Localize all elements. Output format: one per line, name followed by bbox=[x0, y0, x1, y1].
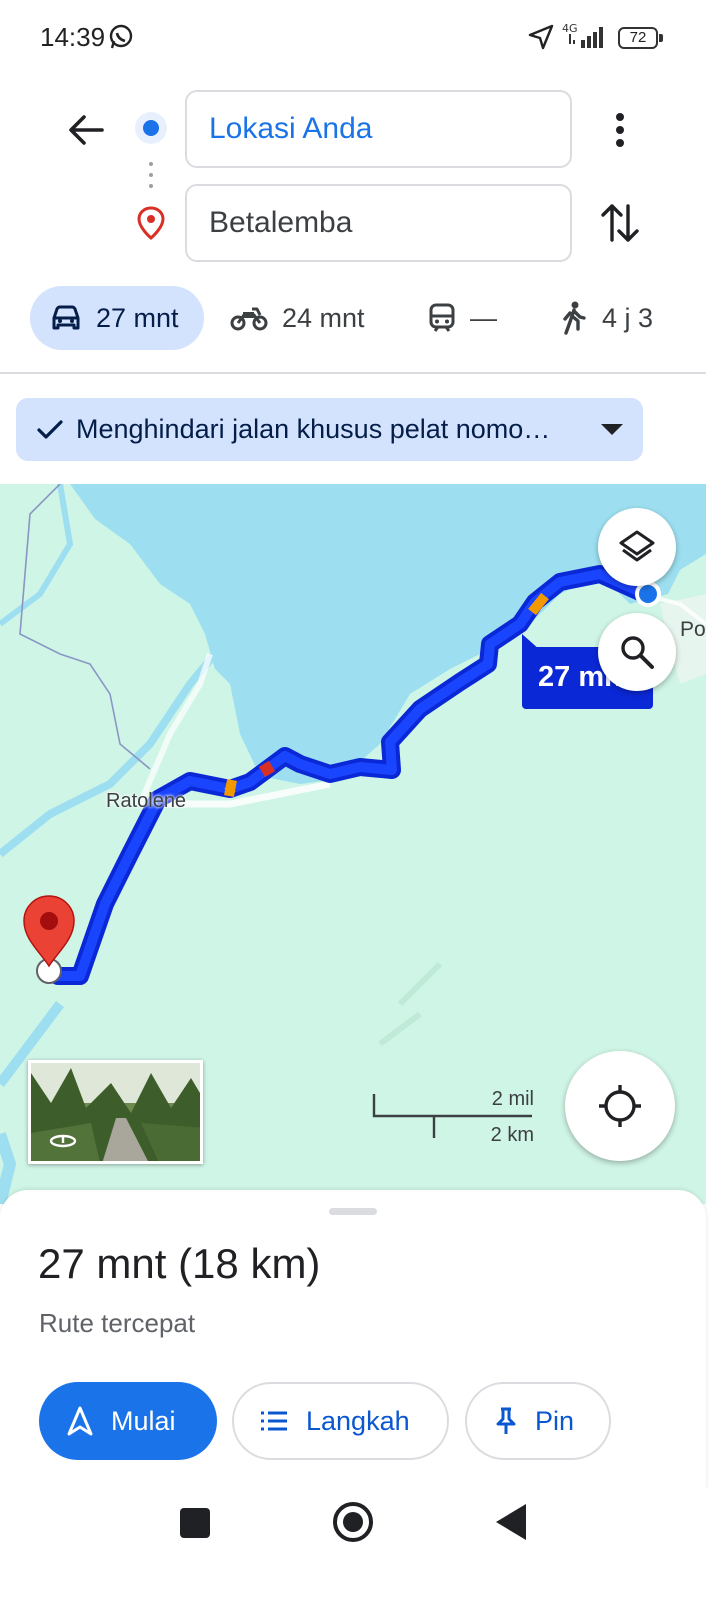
layers-button[interactable] bbox=[598, 508, 676, 586]
street-view-thumbnail[interactable] bbox=[28, 1060, 203, 1164]
car-icon bbox=[52, 305, 80, 330]
tab-motorcycle-label: 24 mnt bbox=[282, 302, 365, 333]
battery-icon: 72 bbox=[618, 27, 658, 49]
battery-tip bbox=[659, 34, 663, 42]
system-nav-bar bbox=[0, 1490, 720, 1600]
recents-button[interactable] bbox=[180, 1508, 210, 1538]
dropdown-caret-icon bbox=[601, 424, 623, 435]
swap-route-button[interactable] bbox=[598, 200, 642, 246]
sheet-drag-handle[interactable] bbox=[329, 1208, 377, 1215]
home-button[interactable] bbox=[333, 1502, 373, 1542]
header-divider bbox=[0, 372, 706, 374]
route-options-chip[interactable]: Menghindari jalan khusus pelat nomo… bbox=[16, 398, 643, 461]
back-button[interactable] bbox=[64, 108, 108, 152]
place-label-ratolene[interactable]: Ratolene bbox=[106, 790, 186, 813]
list-icon bbox=[261, 1411, 287, 1431]
destination-pin-icon bbox=[137, 206, 165, 240]
pin-icon bbox=[496, 1407, 516, 1434]
start-navigation-label: Mulai bbox=[111, 1405, 176, 1436]
check-icon bbox=[37, 419, 63, 439]
recenter-button[interactable] bbox=[565, 1051, 675, 1161]
search-icon bbox=[621, 636, 654, 669]
route-duration-distance: 27 mnt (18 km) bbox=[38, 1240, 321, 1287]
route-connector-dots bbox=[149, 162, 153, 192]
status-time: 14:39 bbox=[40, 22, 106, 52]
system-back-button[interactable] bbox=[496, 1504, 526, 1540]
location-arrow-icon bbox=[528, 24, 554, 50]
signal-icon bbox=[569, 27, 603, 48]
tab-walk-label: 4 j 3 bbox=[602, 302, 654, 333]
travel-mode-tabs: 27 mnt 24 mnt — 4 j 3 bbox=[0, 286, 720, 350]
pin-label: Pin bbox=[535, 1405, 575, 1436]
route-description: Rute tercepat bbox=[39, 1308, 196, 1338]
back-arrow-icon bbox=[69, 115, 104, 145]
route-summary-sheet[interactable]: 27 mnt (18 km) Rute tercepat Mulai Langk… bbox=[0, 1190, 706, 1490]
scale-metric: 2 km bbox=[490, 1124, 534, 1146]
tab-car-label: 27 mnt bbox=[96, 302, 179, 333]
destination-input[interactable]: Betalemba bbox=[185, 184, 572, 262]
more-vert-icon bbox=[616, 113, 624, 147]
pin-button[interactable]: Pin bbox=[465, 1382, 611, 1460]
tab-car[interactable]: 27 mnt bbox=[30, 286, 204, 350]
tab-walk[interactable]: 4 j 3 bbox=[560, 286, 653, 350]
tab-transit-label: — bbox=[470, 302, 497, 333]
navigation-arrow-icon bbox=[67, 1406, 93, 1436]
swap-icon bbox=[601, 204, 639, 242]
tab-motorcycle[interactable]: 24 mnt bbox=[230, 286, 365, 350]
tab-transit[interactable]: — bbox=[428, 286, 497, 350]
place-label-po[interactable]: Po bbox=[680, 618, 706, 642]
start-navigation-button[interactable]: Mulai bbox=[39, 1382, 217, 1460]
walk-icon bbox=[563, 301, 586, 335]
whatsapp-icon bbox=[109, 24, 133, 49]
steps-label: Langkah bbox=[306, 1405, 410, 1436]
motorcycle-icon bbox=[230, 307, 268, 331]
scale-imperial: 2 mil bbox=[491, 1088, 534, 1110]
steps-button[interactable]: Langkah bbox=[232, 1382, 449, 1460]
origin-input[interactable]: Lokasi Anda bbox=[185, 90, 572, 168]
my-location-icon bbox=[599, 1085, 641, 1127]
origin-dot-icon bbox=[135, 112, 167, 144]
rotate-360-icon bbox=[49, 1134, 77, 1148]
map-view[interactable]: Ratolene Po 27 mnt 2 mil 2 km bbox=[0, 484, 706, 1204]
map-search-button[interactable] bbox=[598, 613, 676, 691]
train-icon bbox=[429, 303, 455, 332]
map-scale: 2 mil 2 km bbox=[372, 1084, 534, 1146]
route-options-label: Menghindari jalan khusus pelat nomo… bbox=[76, 414, 551, 444]
status-bar: 14:39 4G 72 bbox=[0, 0, 720, 78]
layers-icon bbox=[619, 530, 655, 562]
more-options-button[interactable] bbox=[600, 108, 640, 152]
